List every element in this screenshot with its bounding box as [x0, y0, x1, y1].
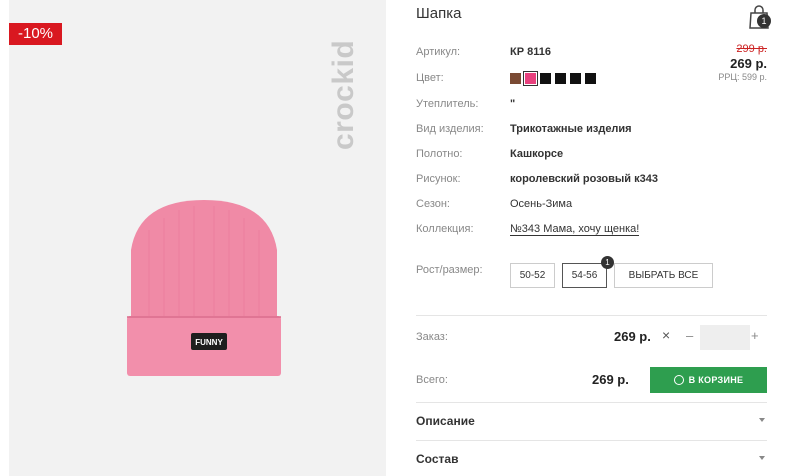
- attr-label-color: Цвет:: [416, 72, 444, 84]
- order-price: 269 р.: [614, 329, 651, 344]
- total-price: 269 р.: [592, 372, 629, 387]
- rrp-price: РРЦ: 599 р.: [718, 72, 767, 82]
- check-circle-icon: [673, 374, 684, 385]
- color-swatch-black-3[interactable]: [570, 73, 581, 84]
- attr-value-season: Осень-Зима: [510, 198, 573, 210]
- old-price: 299 р.: [736, 43, 767, 55]
- attr-label-article: Артикул:: [416, 46, 461, 58]
- attr-label-pattern: Рисунок:: [416, 173, 461, 185]
- divider: [416, 440, 767, 441]
- accordion-composition[interactable]: Состав: [416, 452, 458, 466]
- size-option-54-56[interactable]: 54-56: [562, 263, 607, 288]
- in-cart-button[interactable]: В КОРЗИНЕ: [650, 367, 767, 393]
- color-swatch-black-4[interactable]: [585, 73, 596, 84]
- qty-increase-button[interactable]: +: [751, 328, 759, 343]
- divider: [416, 402, 767, 403]
- attr-label-fabric: Полотно:: [416, 148, 463, 160]
- color-swatch-brown[interactable]: [510, 73, 521, 84]
- order-label: Заказ:: [416, 331, 448, 343]
- collection-link[interactable]: №343 Мама, хочу щенка!: [510, 223, 640, 236]
- product-photo[interactable]: crockid FUNNY: [9, 0, 386, 476]
- product-title: Шапка: [416, 5, 462, 22]
- hat-label: FUNNY: [195, 338, 223, 347]
- size-label: Рост/размер:: [416, 264, 483, 276]
- attr-value-article: КР 8116: [510, 46, 551, 58]
- remove-icon[interactable]: ×: [662, 327, 670, 343]
- color-swatches: [510, 71, 596, 86]
- attr-label-type: Вид изделия:: [416, 123, 484, 135]
- qty-decrease-button[interactable]: –: [686, 328, 693, 343]
- attr-label-insulation: Утеплитель:: [416, 98, 479, 110]
- attr-value-fabric: Кашкорсе: [510, 148, 564, 160]
- attr-label-collection: Коллекция:: [416, 223, 474, 235]
- hat-image: FUNNY: [127, 200, 281, 376]
- in-cart-label: В КОРЗИНЕ: [688, 375, 744, 385]
- chevron-down-icon[interactable]: [759, 456, 765, 460]
- color-swatch-black-2[interactable]: [555, 73, 566, 84]
- quantity-input[interactable]: [700, 325, 750, 350]
- size-option-50-52[interactable]: 50-52: [510, 263, 555, 288]
- color-swatch-pink[interactable]: [523, 71, 538, 86]
- attr-value-type: Трикотажные изделия: [510, 123, 632, 135]
- size-count-badge: 1: [601, 256, 614, 269]
- attr-label-season: Сезон:: [416, 198, 450, 210]
- discount-badge: -10%: [9, 23, 62, 45]
- current-price: 269 р.: [730, 56, 767, 71]
- total-label: Всего:: [416, 374, 448, 386]
- color-swatch-black-1[interactable]: [540, 73, 551, 84]
- divider: [416, 315, 767, 316]
- attr-value-pattern: королевский розовый к343: [510, 173, 658, 185]
- accordion-description[interactable]: Описание: [416, 414, 475, 428]
- select-all-sizes-button[interactable]: ВЫБРАТЬ ВСЕ: [614, 263, 713, 288]
- chevron-down-icon[interactable]: [759, 418, 765, 422]
- cart-count-badge: 1: [757, 14, 771, 28]
- brand-watermark: crockid: [327, 39, 360, 150]
- attr-value-insulation: ": [510, 98, 516, 110]
